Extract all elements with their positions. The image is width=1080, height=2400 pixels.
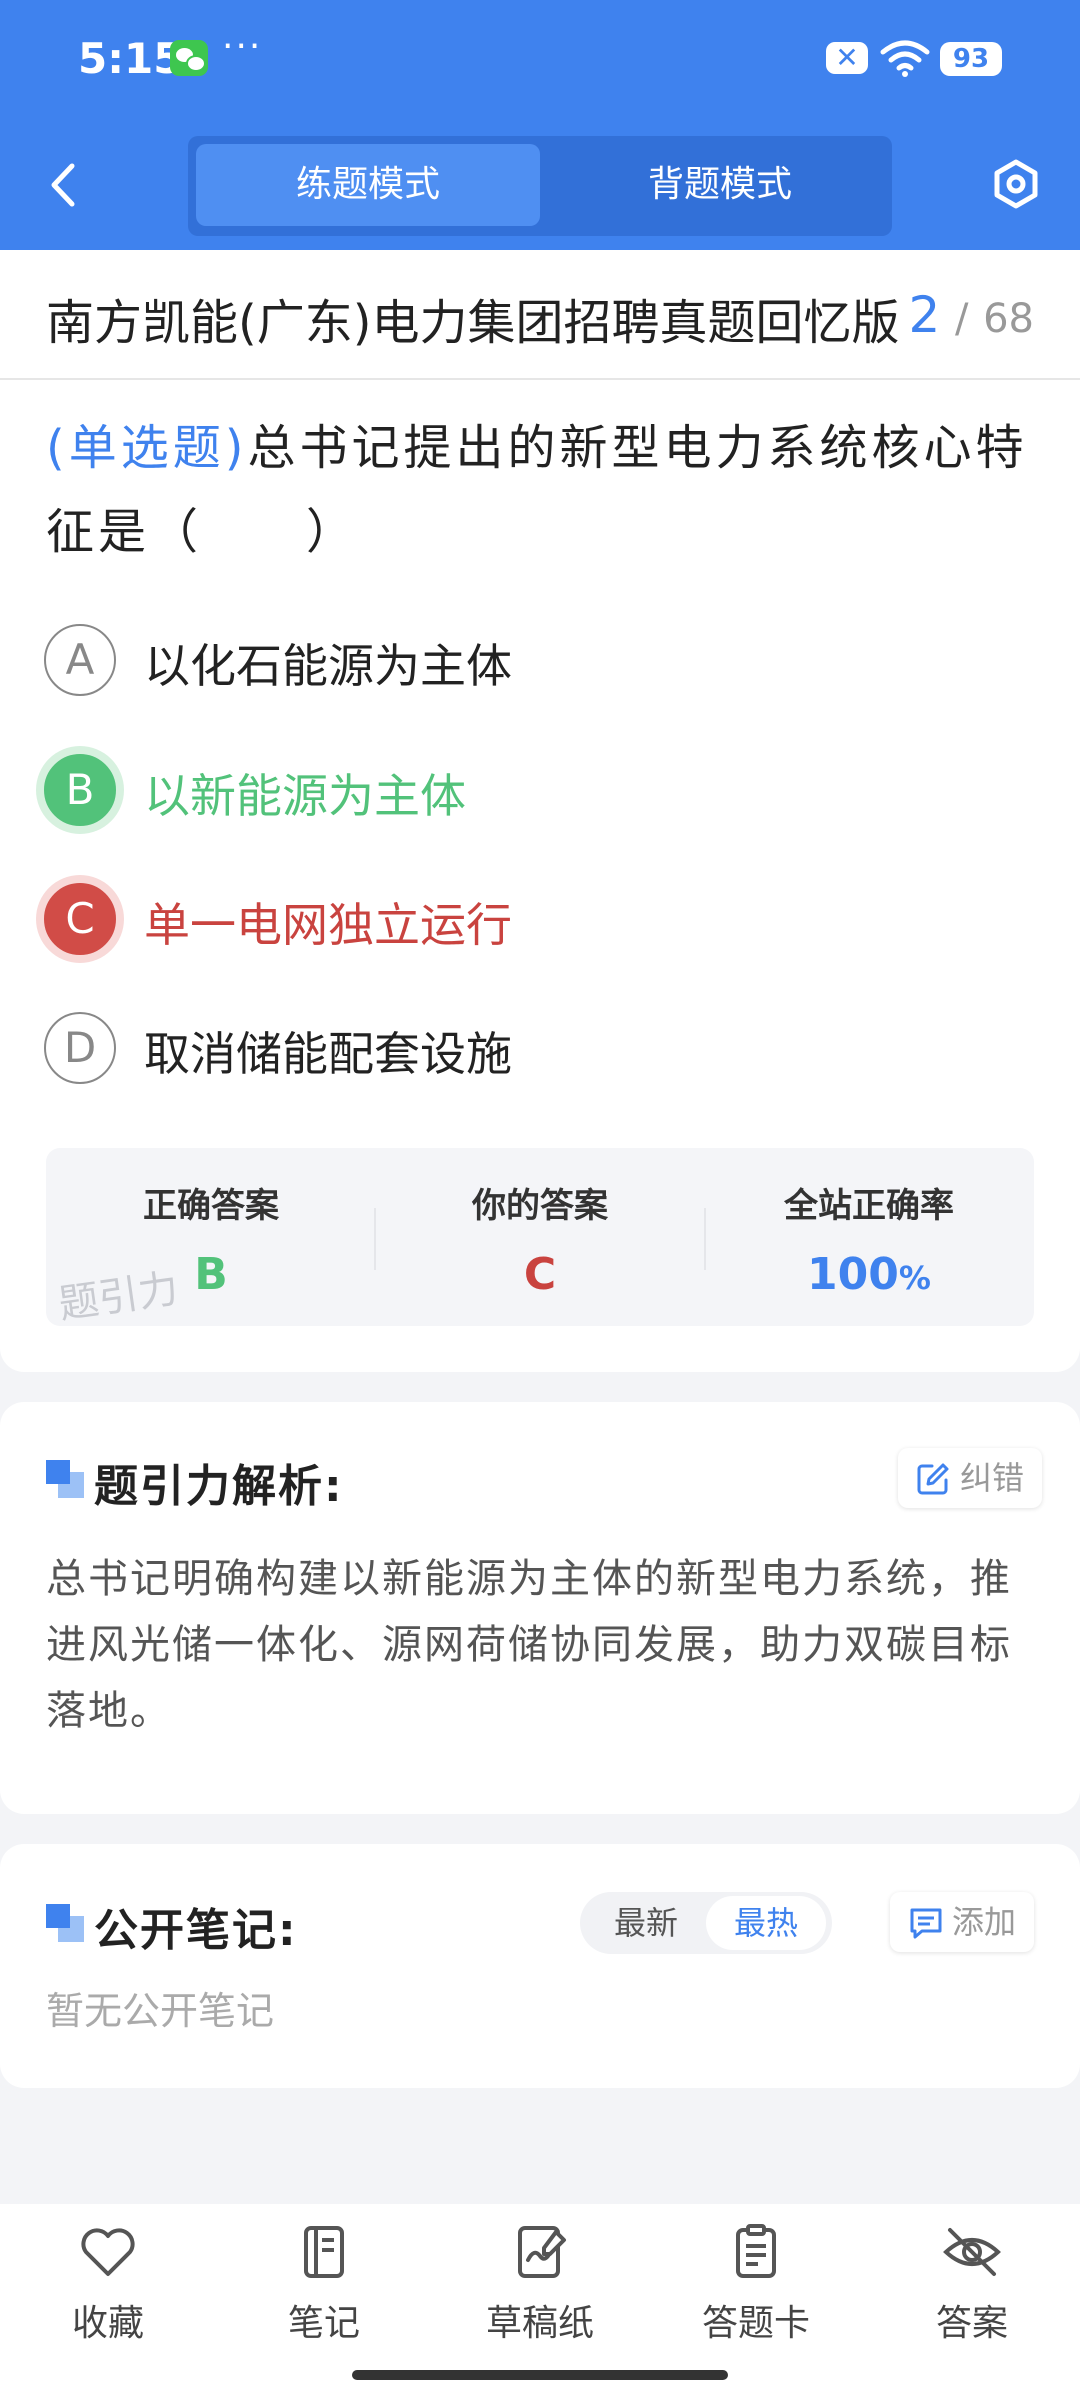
notes-title: 公开笔记: <box>94 1905 298 1956</box>
nav-label: 答案 <box>935 2303 1008 2344</box>
divider <box>0 378 1080 380</box>
back-icon[interactable] <box>42 160 86 210</box>
option-text: 以新能源为主体 <box>144 769 466 823</box>
option-letter: B <box>44 754 116 826</box>
eye-off-icon <box>943 2228 1001 2276</box>
option-c[interactable]: C 单一电网独立运行 <box>44 879 1044 959</box>
report-error-button[interactable]: 纠错 <box>898 1448 1043 1508</box>
option-a[interactable]: A 以化石能源为主体 <box>44 620 1044 700</box>
tab-practice-mode[interactable]: 练题模式 <box>196 144 540 226</box>
more-notifications-icon: ··· <box>222 26 263 67</box>
nav-notes[interactable]: 笔记 <box>224 2222 424 2346</box>
total-questions: 68 <box>983 296 1034 342</box>
draft-icon <box>518 2226 566 2278</box>
current-question-number: 2 <box>908 286 941 344</box>
paper-title: 南方凯能(广东)电力集团招聘真题回忆版 <box>46 295 900 351</box>
section-icon <box>46 1460 84 1498</box>
analysis-text: 总书记明确构建以新能源为主体的新型电力系统，推进风光储一体化、源网荷储协同发展，… <box>46 1556 1012 1734</box>
option-letter: A <box>44 624 116 696</box>
report-error-label: 纠错 <box>960 1459 1025 1497</box>
sort-hottest[interactable]: 最热 <box>706 1896 826 1950</box>
your-answer-column: 你的答案 C <box>375 1178 705 1300</box>
notes-card <box>0 1844 1080 2088</box>
home-indicator[interactable] <box>352 2370 728 2380</box>
accuracy-number: 100 <box>807 1249 899 1300</box>
status-time: 5:15 <box>78 34 183 83</box>
your-answer-value: C <box>523 1249 557 1300</box>
notebook-icon <box>304 2226 344 2278</box>
section-icon <box>46 1904 84 1942</box>
option-b[interactable]: B 以新能源为主体 <box>44 750 1044 830</box>
sort-latest[interactable]: 最新 <box>586 1896 706 1950</box>
settings-icon[interactable] <box>990 158 1042 210</box>
edit-icon <box>917 1463 949 1495</box>
question-progress[interactable]: 2 / 68 <box>909 286 1034 344</box>
accuracy-column: 全站正确率 100% <box>704 1178 1034 1300</box>
option-d[interactable]: D 取消储能配套设施 <box>44 1008 1044 1088</box>
no-sim-icon: ✕ <box>826 42 868 74</box>
option-text: 单一电网独立运行 <box>144 898 512 952</box>
option-letter: D <box>44 1012 116 1084</box>
answer-sheet-icon <box>736 2224 776 2278</box>
progress-separator: / <box>954 296 969 342</box>
nav-label: 笔记 <box>287 2303 360 2344</box>
option-text: 取消储能配套设施 <box>144 1027 512 1081</box>
nav-answer[interactable]: 答案 <box>872 2222 1072 2346</box>
nav-label: 草稿纸 <box>485 2303 594 2344</box>
nav-label: 收藏 <box>71 2303 144 2344</box>
accuracy-label: 全站正确率 <box>784 1186 954 1226</box>
heart-icon <box>81 2228 135 2276</box>
wechat-notification-icon <box>170 40 208 76</box>
comment-icon <box>910 1908 942 1939</box>
nav-answer-sheet[interactable]: 答题卡 <box>656 2222 856 2346</box>
tab-memorize-mode[interactable]: 背题模式 <box>548 144 892 226</box>
notes-sort-toggle: 最新 最热 <box>580 1892 832 1954</box>
battery-indicator: 93 <box>940 42 1002 76</box>
answer-summary: 正确答案 B 你的答案 C 全站正确率 100% <box>46 1148 1034 1326</box>
correct-answer-label: 正确答案 <box>143 1186 279 1226</box>
option-text: 以化石能源为主体 <box>144 639 512 693</box>
nav-draft-paper[interactable]: 草稿纸 <box>440 2222 640 2346</box>
analysis-title: 题引力解析: <box>94 1461 344 1512</box>
question-stem: (单选题)总书记提出的新型电力系统核心特征是（ ） <box>46 406 1046 574</box>
nav-label: 答题卡 <box>701 2303 810 2344</box>
option-letter: C <box>44 883 116 955</box>
your-answer-label: 你的答案 <box>472 1186 608 1226</box>
nav-favorite[interactable]: 收藏 <box>8 2222 208 2346</box>
accuracy-value: 100% <box>704 1249 1034 1300</box>
mode-switch: 练题模式 背题模式 <box>188 136 892 236</box>
wifi-icon <box>880 40 930 77</box>
notes-empty-text: 暂无公开笔记 <box>46 1989 275 2033</box>
question-type: (单选题) <box>46 420 248 476</box>
add-note-button[interactable]: 添加 <box>890 1892 1035 1952</box>
accuracy-unit: % <box>898 1259 931 1297</box>
add-note-label: 添加 <box>952 1903 1017 1941</box>
